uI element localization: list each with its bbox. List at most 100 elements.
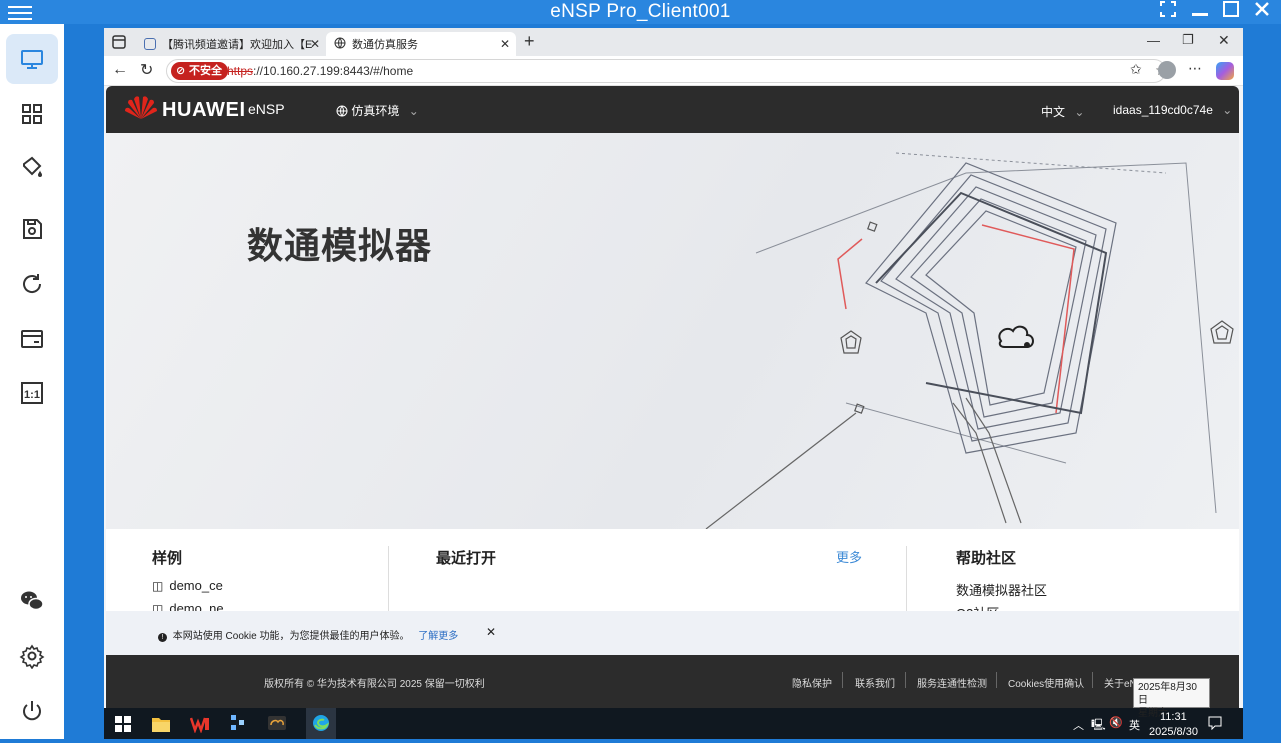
warning-shield-icon: ⊘ — [176, 65, 186, 77]
wechat-icon[interactable] — [6, 576, 58, 626]
browser-window: 【腾讯频道邀请】欢迎加入【EVE ✕ 数通仿真服务 ✕ + — ❐ ✕ ← ↻ … — [104, 28, 1243, 708]
app-sidebar: 1:1 — [0, 24, 64, 739]
tray-chevron-up-icon[interactable]: ︿ — [1073, 717, 1084, 733]
tab-close-icon[interactable]: ✕ — [310, 37, 320, 51]
new-tab-icon[interactable]: + — [524, 31, 535, 52]
recent-title: 最近打开 — [436, 550, 497, 567]
insecure-label: 不安全 — [189, 65, 222, 77]
language-selector[interactable]: 中文 ⌄ — [1041, 103, 1084, 120]
tab-close-icon[interactable]: ✕ — [500, 37, 510, 51]
paint-bucket-icon[interactable] — [6, 142, 58, 192]
globe-icon — [334, 37, 346, 52]
app-tool-icon[interactable] — [228, 713, 250, 735]
card-icon[interactable] — [6, 314, 58, 364]
site-footer: 版权所有 © 华为技术有限公司 2025 保留一切权利 隐私保护 联系我们 服务… — [106, 655, 1239, 708]
tab-favicon-icon — [144, 38, 156, 50]
power-icon[interactable] — [6, 686, 58, 736]
footer-link[interactable]: 服务连通性检测 — [917, 675, 987, 690]
save-icon[interactable] — [6, 204, 58, 254]
tab-actions-icon[interactable] — [112, 35, 126, 54]
sample-label: demo_ce — [169, 578, 223, 593]
url-host-path: ://10.160.27.199:8443/#/home — [253, 64, 414, 78]
cookie-learn-more-link[interactable]: 了解更多 — [418, 631, 458, 642]
notification-icon[interactable] — [1208, 716, 1222, 733]
copilot-icon[interactable] — [1216, 62, 1234, 80]
book-icon: ◫ — [152, 579, 164, 593]
windows-start-icon[interactable] — [114, 713, 136, 735]
insecure-badge[interactable]: ⊘ 不安全 — [171, 62, 228, 80]
address-row: ← ↻ ⊘ 不安全 https://10.160.27.199:8443/#/h… — [104, 56, 1243, 86]
tab-label: 【腾讯频道邀请】欢迎加入【EVE — [162, 39, 312, 51]
username: idaas_119cd0c74e — [1113, 103, 1213, 117]
url-protocol: https — [227, 64, 254, 78]
tab-bar: 【腾讯频道邀请】欢迎加入【EVE ✕ 数通仿真服务 ✕ + — ❐ ✕ — [104, 28, 1243, 56]
env-selector[interactable]: 仿真环境 ⌄ — [336, 102, 419, 119]
content-cards: 样例 ◫ demo_ce ◫ demo_ne 最近打开 更多 帮助社区 数通模拟器社… — [106, 529, 1239, 621]
minimize-icon[interactable] — [1188, 0, 1212, 22]
address-bar[interactable]: ⊘ 不安全 https://10.160.27.199:8443/#/home … — [166, 59, 1168, 83]
more-options-icon[interactable]: ⋯ — [1188, 60, 1202, 77]
ratio-icon[interactable]: 1:1 — [6, 368, 58, 418]
env-label: 仿真环境 — [351, 104, 400, 118]
huawei-logo-icon — [124, 93, 158, 126]
user-menu[interactable]: idaas_119cd0c74e ⌄ — [1113, 103, 1232, 117]
more-link[interactable]: 更多 — [836, 547, 862, 566]
taskbar: ︿ 🖳 🔇 英 11:31 2025/8/30 — [104, 708, 1243, 739]
gear-icon[interactable] — [6, 631, 58, 681]
close-icon[interactable] — [1250, 0, 1274, 22]
clock-date[interactable]: 2025/8/30 — [1149, 726, 1198, 738]
cookie-text: ! 本网站使用 Cookie 功能，为您提供最佳的用户体验。 了解更多 — [158, 627, 458, 642]
profile-avatar[interactable] — [1158, 61, 1176, 79]
footer-link[interactable]: 隐私保护 — [792, 675, 832, 690]
reload-icon[interactable]: ↻ — [140, 60, 153, 80]
refresh-icon[interactable] — [6, 259, 58, 309]
divider — [1092, 672, 1093, 688]
samples-title: 样例 — [152, 550, 183, 567]
cookie-close-icon[interactable]: ✕ — [486, 625, 496, 639]
edge-browser-icon[interactable] — [306, 708, 336, 739]
product-name[interactable]: eNSP — [248, 101, 285, 117]
divider — [388, 546, 389, 611]
divider — [842, 672, 843, 688]
url-text[interactable]: https://10.160.27.199:8443/#/home — [227, 64, 413, 78]
hero-banner: 数通模拟器 — [106, 133, 1239, 529]
language-label: 中文 — [1041, 105, 1066, 119]
wps-icon[interactable] — [189, 713, 212, 735]
chevron-down-icon: ⌄ — [408, 104, 419, 118]
cookie-message: 本网站使用 Cookie 功能，为您提供最佳的用户体验。 — [172, 631, 410, 642]
cookie-banner: ! 本网站使用 Cookie 功能，为您提供最佳的用户体验。 了解更多 ✕ — [106, 611, 1239, 655]
ensp-app-icon[interactable] — [267, 713, 289, 735]
globe-icon — [336, 104, 351, 118]
monitor-icon[interactable] — [6, 34, 58, 84]
volume-muted-icon[interactable]: 🔇 — [1109, 716, 1123, 729]
back-icon[interactable]: ← — [112, 61, 128, 79]
info-icon: ! — [158, 633, 167, 642]
file-explorer-icon[interactable] — [151, 713, 173, 735]
tab-ensp[interactable]: 数通仿真服务 ✕ — [326, 32, 516, 56]
browser-minimize-icon[interactable]: — — [1147, 33, 1160, 48]
tooltip-date: 2025年8月30日 — [1138, 682, 1197, 706]
app-title: eNSP Pro_Client001 — [550, 1, 731, 22]
brand-name[interactable]: HUAWEI — [162, 99, 246, 122]
sample-item[interactable]: ◫ demo_ce — [152, 578, 223, 593]
network-icon[interactable]: 🖳 — [1091, 716, 1106, 735]
help-title: 帮助社区 — [956, 550, 1017, 567]
help-link[interactable]: 数通模拟器社区 — [956, 580, 1047, 599]
app-title-bar: eNSP Pro_Client001 — [0, 0, 1281, 24]
copyright-text: 版权所有 © 华为技术有限公司 2025 保留一切权利 — [264, 679, 485, 690]
tab-tencent[interactable]: 【腾讯频道邀请】欢迎加入【EVE ✕ — [136, 32, 326, 56]
footer-link[interactable]: Cookies使用确认 — [1008, 675, 1084, 690]
date-tooltip: 2025年8月30日 星期六 — [1133, 678, 1210, 719]
divider — [905, 672, 906, 688]
chevron-down-icon: ⌄ — [1222, 103, 1233, 117]
divider — [996, 672, 997, 688]
browser-restore-icon[interactable]: ❐ — [1182, 32, 1194, 48]
footer-link[interactable]: 联系我们 — [855, 675, 895, 690]
favorites-icon[interactable]: ✩ — [1130, 61, 1142, 78]
browser-close-icon[interactable]: ✕ — [1218, 32, 1230, 49]
hero-illustration — [705, 152, 1234, 529]
maximize-icon[interactable] — [1219, 0, 1243, 22]
grid-icon[interactable] — [6, 89, 58, 139]
fullscreen-icon[interactable] — [1156, 0, 1180, 22]
right-background-strip — [1243, 24, 1281, 739]
